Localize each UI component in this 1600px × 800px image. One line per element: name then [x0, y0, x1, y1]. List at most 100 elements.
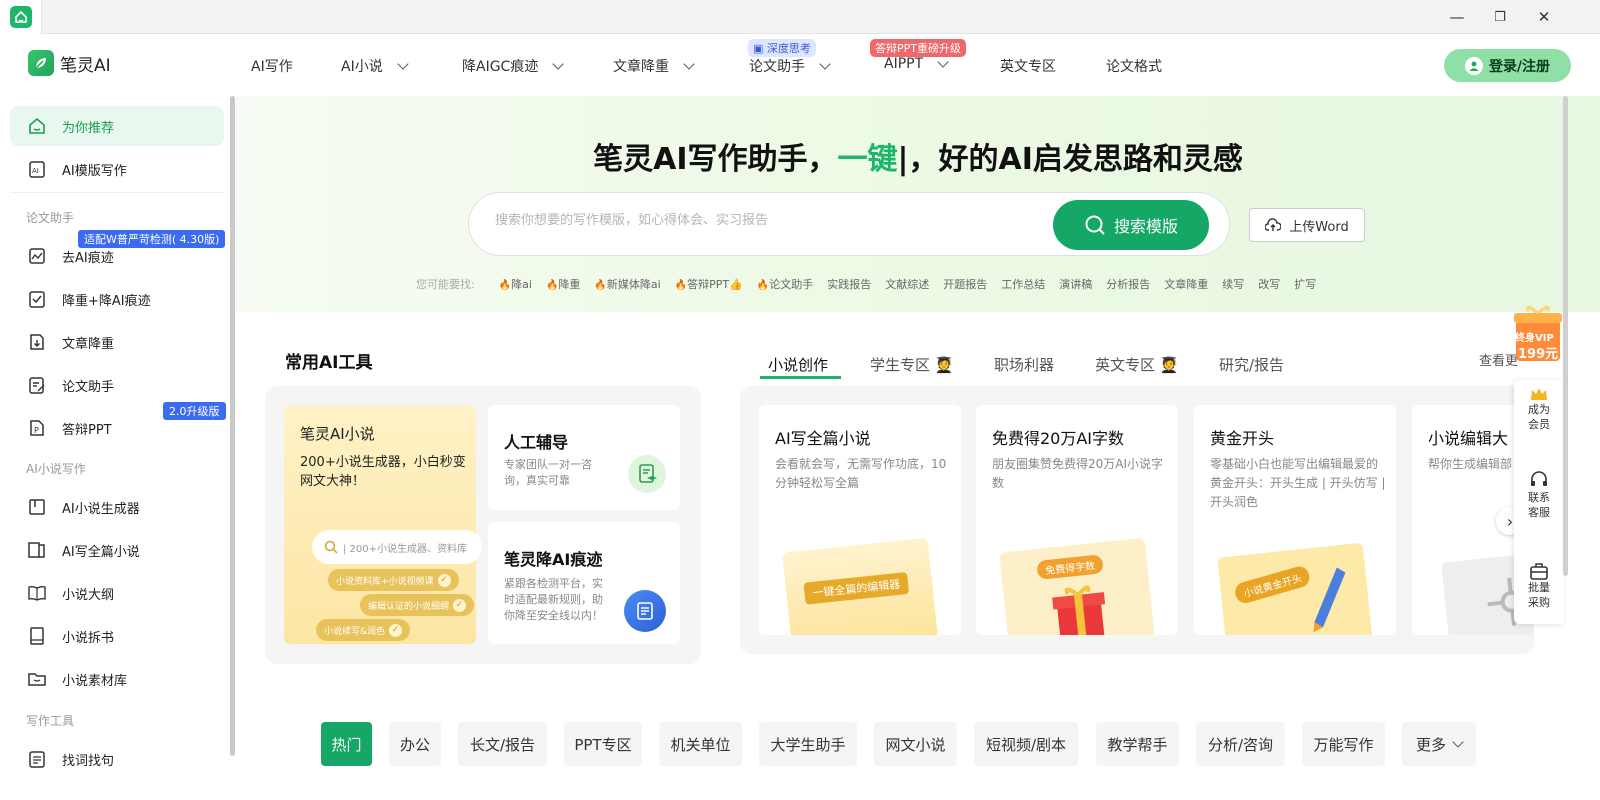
tool-card[interactable]: 黄金开头 零基础小白也能写出编辑最爱的黄金开头：开头生成 | 开头仿写 | 开头…	[1194, 405, 1396, 635]
card-desc: 紧跟各检测平台，实时适配最新规则，助你降至安全线以内！	[504, 577, 603, 622]
sidebar-item-full-novel[interactable]: AI写全篇小说	[10, 530, 224, 570]
tab-research[interactable]: 研究/报告	[1219, 354, 1284, 375]
ppt-upgrade-badge: 答辩PPT重磅升级	[870, 39, 966, 57]
vip-promo[interactable]: 终身VIP 199元	[1512, 305, 1564, 365]
sidebar-item-paper-assistant[interactable]: 论文助手	[10, 365, 224, 405]
book-icon	[26, 496, 48, 518]
minimize-button[interactable]: —	[1435, 0, 1479, 34]
category-office[interactable]: 办公	[389, 722, 441, 766]
novel-tool-card[interactable]: 笔灵AI小说 200+小说生成器，小白秒变网文大神！ | 200+小说生成器、资…	[284, 405, 482, 644]
sidebar-item-novel-generator[interactable]: AI小说生成器	[10, 487, 224, 527]
category-college[interactable]: 大学生助手	[759, 722, 857, 766]
briefcase-icon	[1530, 563, 1548, 580]
category-government[interactable]: 机关单位	[659, 722, 742, 766]
sidebar-item-material[interactable]: 小说素材库	[10, 659, 224, 699]
feature-chip: 小说续写&润色 ✓	[316, 619, 411, 641]
category-web-novel[interactable]: 网文小说	[874, 722, 957, 766]
tab-student[interactable]: 学生专区 🧑‍🎓	[870, 354, 953, 375]
bulk-purchase-button[interactable]: 批量采购	[1514, 562, 1564, 610]
tab-workplace[interactable]: 职场利器	[994, 354, 1054, 375]
category-hot[interactable]: 热门	[321, 722, 372, 766]
human-tutoring-card[interactable]: 人工辅导 专家团队一对一咨询，真实可靠	[488, 405, 680, 510]
sidebar-item-template[interactable]: AI AI模版写作	[10, 149, 224, 189]
tab-novel[interactable]: 小说创作	[768, 354, 828, 375]
upload-word-button[interactable]: 上传Word	[1249, 208, 1365, 242]
nav-reduce-aigc[interactable]: 降AIGC痕迹	[462, 56, 565, 76]
close-button[interactable]: ✕	[1522, 0, 1566, 34]
card-desc: 200+小说生成器，小白秒变网文大神！	[300, 455, 466, 489]
gift-illustration: 免费得字数	[999, 537, 1155, 635]
category-ppt[interactable]: PPT专区	[564, 722, 642, 766]
contact-service-button[interactable]: 联系客服	[1514, 470, 1564, 520]
suggestion-hot[interactable]: 🔥降ai	[499, 276, 532, 292]
suggestion-item[interactable]: 扩写	[1294, 276, 1316, 292]
maximize-button[interactable]: ❐	[1478, 0, 1522, 34]
sidebar-item-label: AI模版写作	[62, 163, 127, 179]
sidebar-item-reduce-both[interactable]: 降重+降AI痕迹	[10, 279, 224, 319]
nav-aippt[interactable]: AIPPT	[884, 55, 949, 72]
sidebar-item-defense-ppt[interactable]: P 答辩PPT	[10, 408, 224, 448]
nav-ai-writing[interactable]: AI写作	[251, 56, 293, 76]
sidebar-item-rewrite[interactable]: 文章降重	[10, 322, 224, 362]
become-member-button[interactable]: 成为会员	[1514, 386, 1564, 432]
browser-tab[interactable]	[0, 0, 42, 34]
feature-chip: 小说资料库+小说视频课 ✓	[328, 569, 459, 591]
category-long-report[interactable]: 长文/报告	[458, 722, 547, 766]
category-analysis[interactable]: 分析/咨询	[1196, 722, 1285, 766]
leaf-icon	[28, 50, 54, 76]
fire-icon: 🔥	[594, 280, 607, 291]
floating-service-panel: 成为会员 联系客服 批量采购	[1514, 380, 1564, 624]
login-button[interactable]: 登录/注册	[1444, 49, 1571, 82]
tool-card[interactable]: AI写全篇小说 会看就会写，无需写作功底，10分钟轻松写全篇 一键全篇的编辑器	[759, 405, 961, 635]
active-tab-indicator	[760, 376, 841, 379]
nav-label: AIPPT	[884, 56, 924, 72]
pen-icon	[1313, 567, 1346, 633]
nav-label: AI小说	[341, 59, 383, 75]
nav-paper-format[interactable]: 论文格式	[1106, 56, 1162, 76]
nav-english[interactable]: 英文专区	[1000, 56, 1056, 76]
deai-card[interactable]: 笔灵降AI痕迹 紧跟各检测平台，实时适配最新规则，助你降至安全线以内！	[488, 522, 680, 644]
nav-paper-assistant[interactable]: 论文助手	[749, 56, 831, 76]
category-teaching[interactable]: 教学帮手	[1096, 722, 1179, 766]
suggestion-hot[interactable]: 🔥答辩PPT👍	[675, 276, 743, 292]
suggestion-item[interactable]: 工作总结	[1001, 276, 1045, 292]
sidebar-item-remove-ai[interactable]: 去AI痕迹	[10, 236, 224, 276]
suggestion-item[interactable]: 文章降重	[1164, 276, 1208, 292]
tab-english[interactable]: 英文专区 🧑‍🎓	[1095, 354, 1178, 375]
suggestion-item[interactable]: 演讲稿	[1059, 276, 1092, 292]
suggestion-item[interactable]: 分析报告	[1106, 276, 1150, 292]
category-universal[interactable]: 万能写作	[1302, 722, 1385, 766]
sidebar-item-recommend[interactable]: 为你推荐	[10, 106, 224, 146]
suggestion-item[interactable]: 开题报告	[943, 276, 987, 292]
nav-rewrite[interactable]: 文章降重	[613, 56, 695, 76]
suggestion-hot[interactable]: 🔥降重	[546, 276, 580, 292]
suggestion-item[interactable]: 续写	[1222, 276, 1244, 292]
section-tools: 写作工具	[26, 714, 75, 728]
suggestion-hot[interactable]: 🔥新媒体降ai	[594, 276, 660, 292]
suggestion-item[interactable]: 改写	[1258, 276, 1280, 292]
home-icon	[26, 115, 48, 137]
search-input[interactable]	[495, 213, 1035, 228]
chip-text: 小说续写&润色	[324, 626, 386, 637]
upload-label: 上传Word	[1289, 219, 1349, 235]
sidebar-scrollbar[interactable]	[230, 96, 235, 756]
suggestion-hot[interactable]: 🔥论文助手	[757, 276, 813, 292]
suggestion-item[interactable]: 文献综述	[885, 276, 929, 292]
search-icon	[324, 540, 338, 554]
category-short-video[interactable]: 短视频/剧本	[974, 722, 1078, 766]
category-more[interactable]: 更多	[1402, 722, 1476, 766]
sidebar-item-find-words[interactable]: 找词找句	[10, 739, 224, 779]
crown-icon	[1531, 388, 1547, 400]
search-template-button[interactable]: 搜索模版	[1053, 200, 1209, 250]
page-scrollbar[interactable]	[1563, 96, 1568, 576]
suggestion-item[interactable]: 实践报告	[827, 276, 871, 292]
ppt-file-icon: P	[26, 417, 48, 439]
headset-icon	[1531, 471, 1547, 486]
tool-card[interactable]: 免费得20万AI字数 朋友圈集赞免费得20万AI小说字数 免费得字数	[976, 405, 1178, 635]
sidebar-item-outline[interactable]: 小说大纲	[10, 573, 224, 613]
nav-ai-novel[interactable]: AI小说	[341, 56, 409, 76]
divider	[10, 192, 224, 193]
sidebar-item-book-split[interactable]: 小说拆书	[10, 616, 224, 656]
brand-logo[interactable]: 笔灵AI	[28, 50, 111, 76]
home-icon	[9, 6, 32, 28]
